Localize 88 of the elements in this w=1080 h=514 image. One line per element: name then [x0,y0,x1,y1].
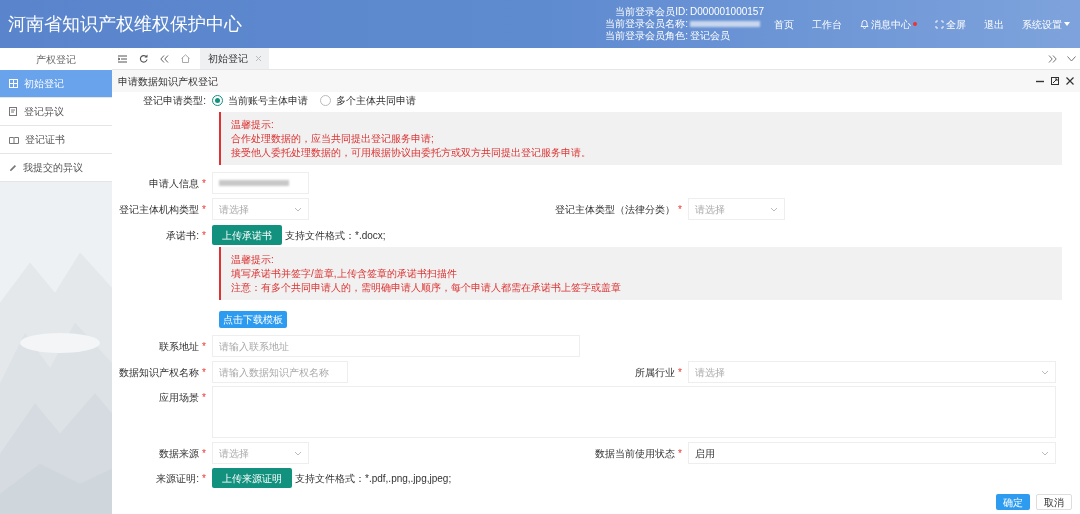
fullscreen-icon [935,19,944,29]
required-mark: * [202,202,206,217]
site-title: 河南省知识产权维权保护中心 [8,12,242,36]
upload-button[interactable]: 上传来源证明 [212,468,292,488]
nav-link[interactable]: 工作台 [812,16,842,32]
required-mark: * [202,339,206,354]
field-label: 数据来源 [159,446,200,461]
notice-title: 温馨提示: [231,253,275,266]
field-label: 登记主体机构类型 [119,202,200,217]
menu-icon[interactable] [118,54,127,63]
radio-button[interactable] [320,94,331,106]
radio-button[interactable] [212,94,223,106]
field-label: 数据当前使用状态 [595,446,676,461]
notice-text: 合作处理数据的，应当共同提出登记服务申请; [231,132,435,145]
cancel-button[interactable]: 取消 [1036,494,1072,510]
select-field[interactable]: 请选择 [212,442,309,464]
select-field[interactable]: 请选择 [688,198,785,220]
field-label: 登记主体类型（法律分类） [555,202,676,217]
book-icon [9,135,19,144]
maximize-icon[interactable] [1051,77,1059,85]
required-mark: * [678,202,682,217]
required-mark: * [202,176,206,191]
radio-label: 当前账号主体申请 [228,93,308,108]
caret-icon [1041,450,1049,456]
notice-title: 温馨提示: [231,118,275,131]
sidebar-item[interactable]: 登记证书 [0,126,112,154]
required-mark: * [202,446,206,461]
caret-icon [294,450,302,456]
bell-icon [860,19,869,29]
input-field[interactable]: 请输入联系地址 [212,335,580,357]
input-field[interactable] [212,172,309,194]
field-label: 承诺书: [166,228,200,243]
user-info-label: 当前登录会员角色: [604,30,689,42]
format-hint: 支持文件格式：*.pdf,.png,.jpg,jpeg; [295,471,452,486]
refresh-icon[interactable] [139,54,148,63]
user-info-value: D000001000157 [690,6,764,18]
nav-link[interactable]: 系统设置 [1022,16,1070,32]
required-mark: * [202,228,206,243]
caret-icon [294,206,302,212]
sidebar-item[interactable]: 我提交的异议 [0,154,112,182]
select-field[interactable]: 启用 [688,442,1056,464]
sidebar-item[interactable]: 初始登记 [0,70,112,98]
nav-link[interactable]: 消息中心 [860,16,917,32]
double-right-icon[interactable] [1048,54,1057,63]
download-template-button[interactable]: 点击下载模板 [219,311,287,328]
sidebar-title: 产权登记 [0,48,112,70]
field-label: 所属行业 [635,365,676,380]
field-label: 应用场景 [159,391,200,405]
notice-text: 接受他人委托处理数据的，可用根据协议由委托方或双方共同提出登记服务申请。 [231,146,592,159]
chevron-down-icon[interactable] [1067,55,1076,62]
caret-icon [770,206,778,212]
nav-link[interactable]: 首页 [774,16,794,32]
document-icon [9,107,18,116]
confirm-button[interactable]: 确定 [996,494,1030,510]
user-info-label: 当前登录会员名称: [604,18,689,30]
user-info-value: 登记会员 [690,30,731,42]
field-label: 来源证明: [156,471,200,486]
input-field[interactable]: 请输入数据知识产权名称 [212,361,348,383]
caret-icon [1064,22,1070,26]
required-mark: * [202,391,206,405]
required-mark: * [202,471,206,486]
required-mark: * [678,365,682,380]
caret-icon [1041,369,1049,375]
required-mark: * [202,365,206,380]
nav-link[interactable]: 退出 [984,16,1004,32]
field-label: 联系地址 [159,339,200,354]
upload-button[interactable]: 上传承诺书 [212,225,282,245]
page-tab[interactable]: 初始登记 [200,48,269,69]
radio-label: 多个主体共同申请 [336,93,416,108]
select-field[interactable]: 请选择 [688,361,1056,383]
format-hint: 支持文件格式：*.docx; [285,228,386,243]
field-label: 申请人信息 [149,176,200,191]
blurred-value [219,180,289,186]
home-icon[interactable] [181,54,190,63]
double-left-icon[interactable] [160,54,169,63]
nav-link[interactable]: 全屏 [935,16,966,32]
grid-icon [9,79,18,88]
pencil-icon [9,163,17,172]
notice-text: 填写承诺书并签字/盖章,上传含签章的承诺书扫描件 [231,267,458,280]
field-label: 登记申请类型: [143,93,206,108]
sidebar-item[interactable]: 登记异议 [0,98,112,126]
notice-text: 注意：有多个共同申请人的，需明确申请人顺序，每个申请人都需在承诺书上签字或盖章 [231,281,622,294]
close-icon[interactable] [1066,77,1074,85]
panel-title: 申请数据知识产权登记 [118,74,218,89]
select-field[interactable]: 请选择 [212,198,309,220]
field-label: 数据知识产权名称 [119,365,200,380]
user-info-label: 当前登录会员ID: [614,6,689,18]
required-mark: * [678,446,682,461]
